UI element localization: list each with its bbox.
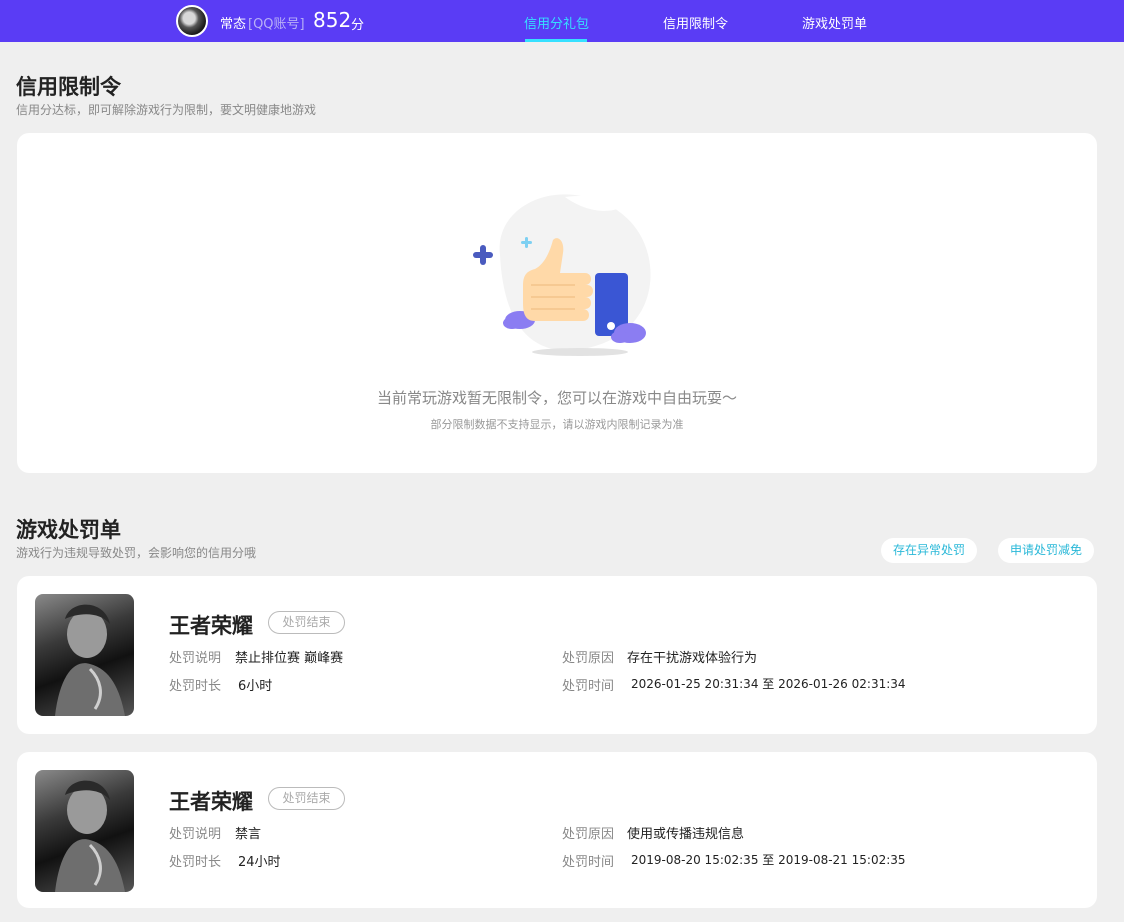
penalty-section-subtitle: 游戏行为违规导致处罚，会影响您的信用分哦 xyxy=(16,546,257,560)
nav-game-penalty[interactable]: 游戏处罚单 xyxy=(802,13,867,32)
penalty-time-label: 处罚时间 xyxy=(562,679,615,694)
restriction-card: 当前常玩游戏暂无限制令，您可以在游戏中自由玩耍～ 部分限制数据不支持显示，请以游… xyxy=(17,133,1097,473)
penalty-card: 王者荣耀 处罚结束 处罚说明 禁言 处罚时长 24小时 处罚原因 使用或传播违规… xyxy=(17,752,1097,908)
penalty-section-title: 游戏处罚单 xyxy=(16,518,121,542)
penalty-reason-label: 处罚原因 xyxy=(562,827,615,842)
penalty-desc-value: 禁止排位赛 巅峰赛 xyxy=(235,651,344,666)
active-tab-indicator xyxy=(525,39,587,42)
empty-state-message: 当前常玩游戏暂无限制令，您可以在游戏中自由玩耍～ xyxy=(376,389,737,407)
account-type: [QQ账号] xyxy=(248,17,305,32)
game-cover-image xyxy=(35,594,134,716)
abnormal-penalty-button[interactable]: 存在异常处罚 xyxy=(881,538,978,563)
penalty-duration-label: 处罚时长 xyxy=(169,679,222,694)
penalty-desc-label: 处罚说明 xyxy=(169,651,222,666)
user-avatar[interactable] xyxy=(176,5,208,37)
restriction-section-subtitle: 信用分达标，即可解除游戏行为限制，要文明健康地游戏 xyxy=(16,103,317,117)
penalty-time-value: 2026-01-25 20:31:34 至 2026-01-26 02:31:3… xyxy=(631,677,906,691)
penalty-time-value: 2019-08-20 15:02:35 至 2019-08-21 15:02:3… xyxy=(631,853,906,867)
penalty-card: 王者荣耀 处罚结束 处罚说明 禁止排位赛 巅峰赛 处罚时长 6小时 处罚原因 存… xyxy=(17,576,1097,734)
nav-credit-gift[interactable]: 信用分礼包 xyxy=(524,13,589,32)
user-nickname: 常态 xyxy=(220,17,247,32)
penalty-reason-value: 使用或传播违规信息 xyxy=(627,827,745,842)
penalty-desc-label: 处罚说明 xyxy=(169,827,222,842)
penalty-reason-label: 处罚原因 xyxy=(562,651,615,666)
credit-score: 852 xyxy=(313,8,352,32)
game-name: 王者荣耀 xyxy=(169,790,253,814)
status-badge: 处罚结束 xyxy=(268,787,345,810)
nav-credit-restriction[interactable]: 信用限制令 xyxy=(663,13,728,32)
penalty-duration-value: 6小时 xyxy=(238,679,273,694)
penalty-duration-value: 24小时 xyxy=(238,855,281,870)
penalty-desc-value: 禁言 xyxy=(235,827,262,842)
restriction-section-title: 信用限制令 xyxy=(16,75,121,99)
penalty-time-label: 处罚时间 xyxy=(562,855,615,870)
game-cover-image xyxy=(35,770,134,892)
appeal-penalty-button[interactable]: 申请处罚减免 xyxy=(998,538,1095,563)
game-name: 王者荣耀 xyxy=(169,614,253,638)
empty-state-note: 部分限制数据不支持显示，请以游戏内限制记录为准 xyxy=(430,418,684,431)
thumbs-up-illustration xyxy=(473,194,651,356)
top-nav-bar: 常态 [QQ账号] 852 分 信用分礼包 信用限制令 游戏处罚单 xyxy=(0,0,1124,42)
status-badge: 处罚结束 xyxy=(268,611,345,634)
penalty-reason-value: 存在干扰游戏体验行为 xyxy=(627,651,758,666)
credit-score-unit: 分 xyxy=(351,18,365,33)
penalty-duration-label: 处罚时长 xyxy=(169,855,222,870)
